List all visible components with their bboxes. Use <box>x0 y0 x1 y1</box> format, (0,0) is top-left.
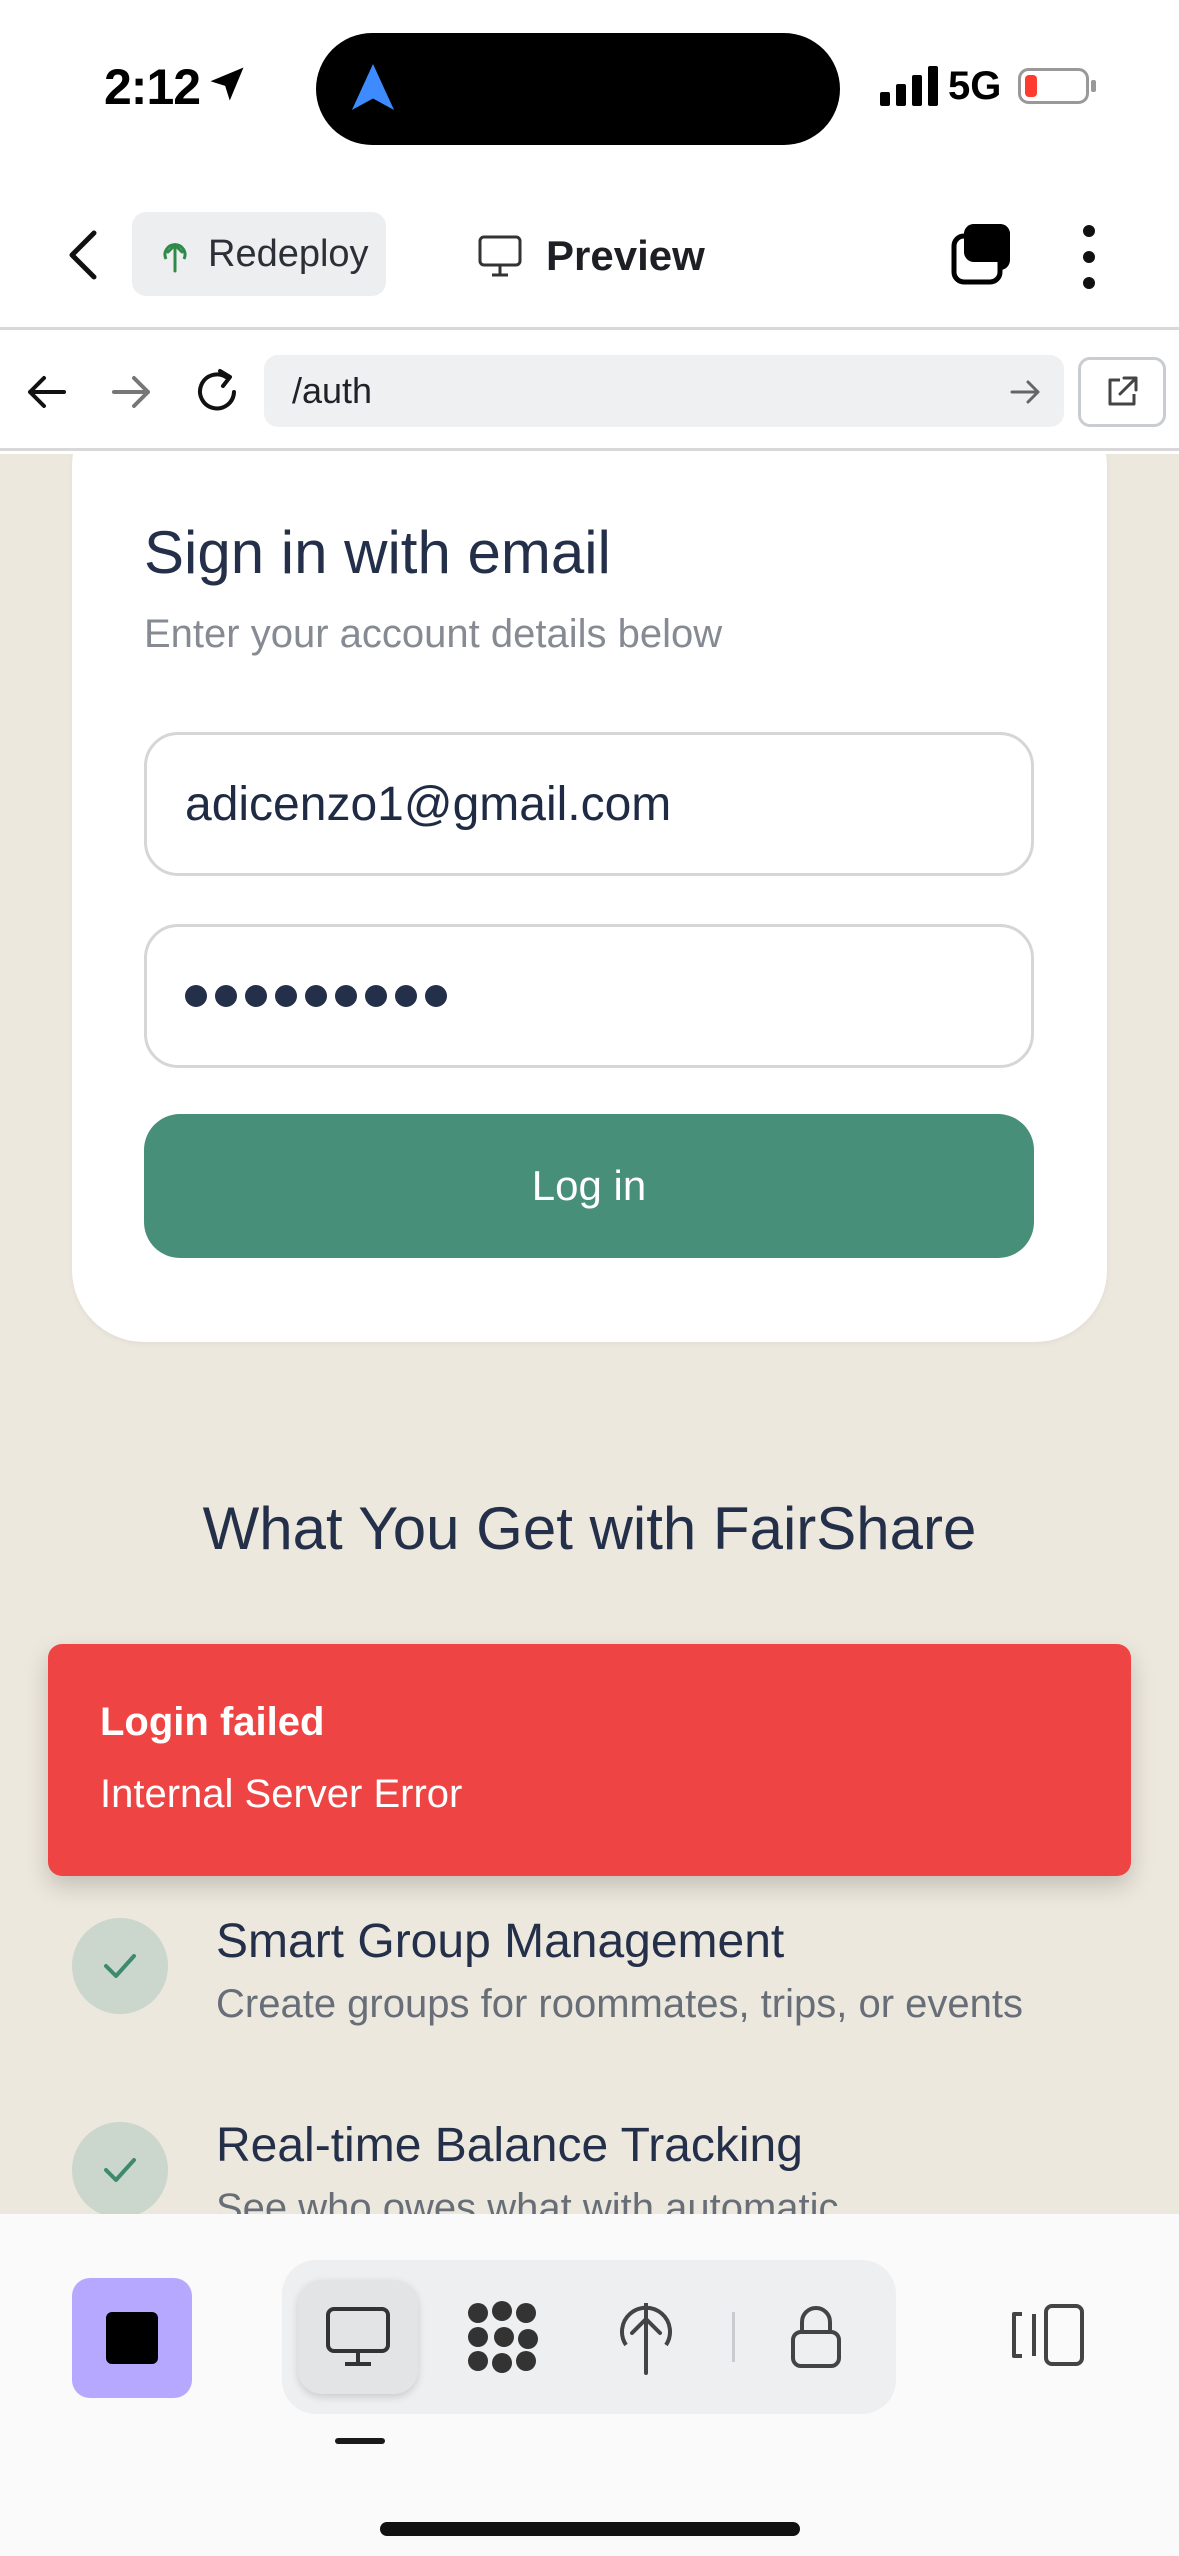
stop-icon <box>106 2312 158 2364</box>
toast-title: Login failed <box>100 1700 325 1744</box>
arrow-left-icon[interactable] <box>24 369 70 415</box>
deploy-icon <box>620 2303 672 2375</box>
tab-code[interactable] <box>442 2280 562 2394</box>
stop-button[interactable] <box>72 2278 192 2398</box>
bottom-toolbar <box>0 2214 1179 2556</box>
battery-icon <box>1018 68 1096 104</box>
deploy-icon <box>163 242 187 273</box>
feature-description: Create groups for roommates, trips, or e… <box>216 1982 1023 2026</box>
reload-icon[interactable] <box>190 365 244 419</box>
more-vertical-icon[interactable] <box>1070 222 1108 292</box>
toast-message: Internal Server Error <box>100 1772 463 1816</box>
features-title: What You Get with FairShare <box>202 1495 977 1562</box>
go-arrow-icon[interactable] <box>1008 375 1042 409</box>
login-button-label: Log in <box>531 1162 647 1209</box>
monitor-icon <box>326 2307 390 2366</box>
cellular-signal-icon <box>880 66 938 106</box>
monitor-icon <box>478 235 522 277</box>
redeploy-label: Redeploy <box>208 232 369 275</box>
feature-title: Real-time Balance Tracking <box>216 2119 803 2172</box>
feature-title: Smart Group Management <box>216 1915 785 1968</box>
page-content: Sign in with email Enter your account de… <box>0 454 1179 2214</box>
check-icon <box>72 1918 168 2014</box>
tabs-icon[interactable] <box>950 222 1014 286</box>
navigation-arrow-icon <box>351 64 395 110</box>
password-value <box>185 985 447 1007</box>
status-bar: 2:12 5G <box>0 0 1179 180</box>
tab-deploy[interactable] <box>586 2280 706 2394</box>
password-field[interactable] <box>144 924 1034 1068</box>
open-external-button[interactable] <box>1078 357 1166 427</box>
email-value: adicenzo1@gmail.com <box>185 777 672 831</box>
home-indicator <box>380 2522 800 2536</box>
network-type: 5G <box>948 64 1002 108</box>
url-text: /auth <box>292 370 373 411</box>
lock-icon <box>791 2306 841 2368</box>
tab-preview[interactable] <box>298 2280 418 2394</box>
email-field[interactable]: adicenzo1@gmail.com <box>144 732 1034 876</box>
login-button[interactable]: Log in <box>144 1114 1034 1258</box>
status-time: 2:12 <box>104 59 201 115</box>
preview-label: Preview <box>546 232 705 279</box>
preview-button[interactable]: Preview <box>478 224 705 288</box>
redeploy-button[interactable]: Redeploy <box>132 212 386 296</box>
arrow-right-icon[interactable] <box>108 369 154 415</box>
back-chevron-icon[interactable] <box>60 225 110 285</box>
browser-bar: /auth <box>0 333 1179 451</box>
login-card: Sign in with email Enter your account de… <box>72 454 1107 1342</box>
url-field[interactable]: /auth <box>264 355 1064 427</box>
app-header: Redeploy Preview <box>0 180 1179 330</box>
cluster-icon <box>468 2301 538 2373</box>
external-link-icon <box>1108 376 1138 406</box>
check-icon <box>72 2122 168 2214</box>
error-toast[interactable]: Login failed Internal Server Error <box>48 1644 1131 1876</box>
login-subtitle: Enter your account details below <box>144 612 723 656</box>
login-title: Sign in with email <box>144 519 611 586</box>
view-switcher <box>282 2260 896 2414</box>
side-panel-icon[interactable] <box>1008 2302 1088 2368</box>
feature-description: See who owes what with automatic <box>216 2186 839 2214</box>
location-arrow-icon <box>210 67 244 101</box>
tab-secrets[interactable] <box>756 2280 876 2394</box>
active-tab-indicator <box>335 2438 385 2444</box>
toolbar-divider <box>732 2312 735 2362</box>
